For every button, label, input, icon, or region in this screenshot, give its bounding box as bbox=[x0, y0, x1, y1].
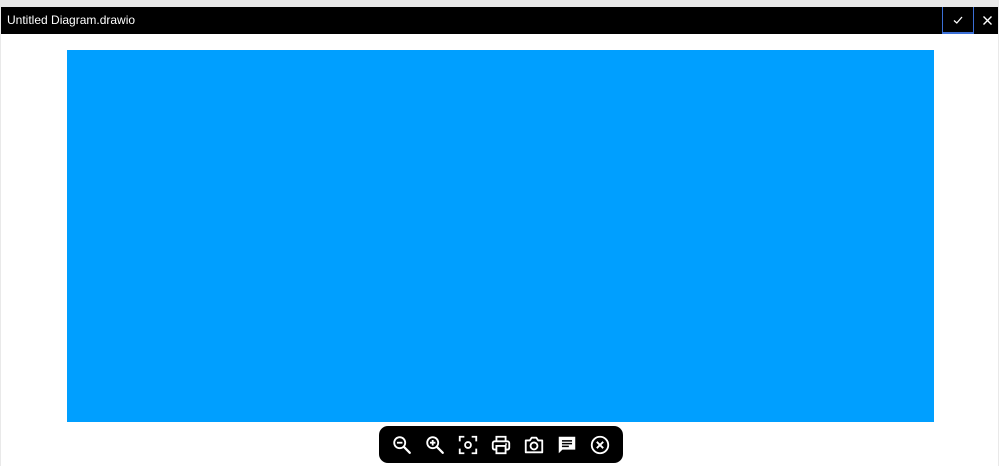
title-bar: Untitled Diagram.drawio bbox=[1, 7, 998, 34]
print-icon bbox=[490, 434, 512, 456]
viewer-toolbar bbox=[379, 426, 623, 463]
fit-to-screen-icon bbox=[457, 434, 479, 456]
zoom-in-icon bbox=[424, 434, 446, 456]
close-viewer-button[interactable] bbox=[586, 431, 614, 459]
viewer-window: Untitled Diagram.drawio bbox=[1, 7, 998, 466]
comment-icon bbox=[556, 434, 578, 456]
zoom-out-button[interactable] bbox=[388, 431, 416, 459]
checkmark-icon bbox=[952, 14, 964, 26]
close-button[interactable] bbox=[976, 7, 998, 34]
print-button[interactable] bbox=[487, 431, 515, 459]
close-icon bbox=[982, 15, 993, 26]
zoom-in-button[interactable] bbox=[421, 431, 449, 459]
comment-button[interactable] bbox=[553, 431, 581, 459]
fit-to-screen-button[interactable] bbox=[454, 431, 482, 459]
diagram-canvas[interactable] bbox=[67, 50, 934, 422]
window-title: Untitled Diagram.drawio bbox=[7, 13, 136, 27]
camera-button[interactable] bbox=[520, 431, 548, 459]
confirm-button[interactable] bbox=[942, 7, 974, 34]
camera-icon bbox=[523, 434, 545, 456]
zoom-out-icon bbox=[391, 434, 413, 456]
close-circle-icon bbox=[589, 434, 611, 456]
